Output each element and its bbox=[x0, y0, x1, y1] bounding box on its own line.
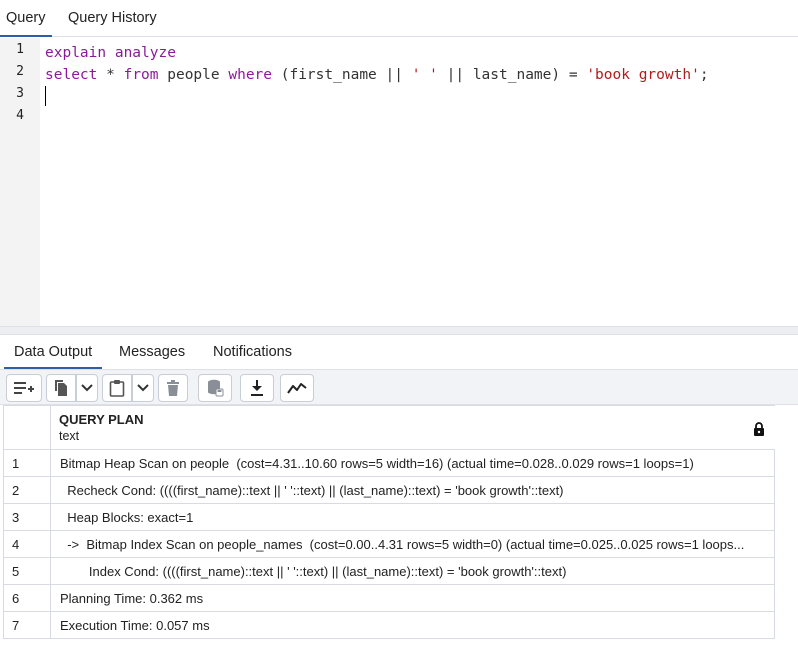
graph-icon bbox=[287, 383, 307, 394]
code-text: || last_name) = bbox=[437, 67, 587, 83]
table-row[interactable]: 1 Bitmap Heap Scan on people (cost=4.31.… bbox=[3, 450, 775, 477]
keyword: where bbox=[228, 67, 273, 83]
sql-editor[interactable]: 1 2 3 4 explain analyze select * from pe… bbox=[0, 38, 798, 326]
chevron-down-icon bbox=[137, 384, 149, 392]
graph-visualiser-button[interactable] bbox=[280, 374, 314, 402]
paste-icon bbox=[109, 380, 125, 397]
output-toolbar bbox=[0, 369, 798, 405]
tab-query-history[interactable]: Query History bbox=[62, 0, 163, 37]
row-number: 6 bbox=[3, 585, 51, 611]
text-cursor bbox=[45, 86, 46, 106]
string-literal: ' ' bbox=[411, 67, 438, 83]
keyword: from bbox=[123, 67, 159, 83]
row-number: 3 bbox=[3, 504, 51, 530]
plan-cell[interactable]: Index Cond: ((((first_name)::text || ' '… bbox=[51, 558, 775, 584]
delete-button[interactable] bbox=[158, 374, 188, 402]
save-data-icon bbox=[208, 379, 224, 397]
table-row[interactable]: 4 -> Bitmap Index Scan on people_names (… bbox=[3, 531, 775, 558]
copy-button[interactable] bbox=[46, 374, 76, 402]
grid-header-row: QUERY PLAN text bbox=[3, 405, 775, 450]
code-text: people bbox=[158, 67, 229, 83]
row-number: 5 bbox=[3, 558, 51, 584]
save-data-button[interactable] bbox=[198, 374, 232, 402]
plan-cell[interactable]: Heap Blocks: exact=1 bbox=[51, 504, 775, 530]
line-number: 2 bbox=[16, 64, 24, 79]
plan-cell[interactable]: Execution Time: 0.057 ms bbox=[51, 612, 775, 638]
code-line-2: select * from people where (first_name |… bbox=[45, 64, 709, 86]
column-header-type: text bbox=[59, 429, 80, 443]
string-literal: 'book growth' bbox=[586, 67, 700, 83]
chevron-down-icon bbox=[81, 384, 93, 392]
add-row-button[interactable] bbox=[6, 374, 42, 402]
tab-messages[interactable]: Messages bbox=[110, 335, 194, 369]
table-row[interactable]: 2 Recheck Cond: ((((first_name)::text ||… bbox=[3, 477, 775, 504]
delete-icon bbox=[167, 380, 179, 396]
table-row[interactable]: 5 Index Cond: ((((first_name)::text || '… bbox=[3, 558, 775, 585]
tab-data-output[interactable]: Data Output bbox=[4, 335, 103, 369]
row-number: 2 bbox=[3, 477, 51, 503]
row-number: 4 bbox=[3, 531, 51, 557]
copy-icon bbox=[55, 380, 67, 396]
add-row-icon bbox=[14, 382, 34, 394]
keyword: explain bbox=[45, 45, 107, 61]
table-row[interactable]: 3 Heap Blocks: exact=1 bbox=[3, 504, 775, 531]
code-area[interactable]: explain analyze select * from people whe… bbox=[45, 38, 709, 102]
code-text: ; bbox=[699, 67, 709, 83]
line-gutter: 1 2 3 4 bbox=[0, 38, 40, 326]
line-number: 1 bbox=[16, 42, 24, 57]
plan-cell[interactable]: Planning Time: 0.362 ms bbox=[51, 585, 775, 611]
tab-notifications[interactable]: Notifications bbox=[204, 335, 301, 369]
row-number: 1 bbox=[3, 450, 51, 476]
keyword: analyze bbox=[114, 45, 176, 61]
download-button[interactable] bbox=[240, 374, 274, 402]
paste-options-dropdown[interactable] bbox=[132, 374, 154, 402]
code-text: (first_name || bbox=[272, 67, 412, 83]
code-line-1: explain analyze bbox=[45, 42, 176, 64]
download-icon bbox=[251, 380, 263, 396]
plan-cell[interactable]: Bitmap Heap Scan on people (cost=4.31..1… bbox=[51, 450, 775, 476]
plan-cell[interactable]: Recheck Cond: ((((first_name)::text || '… bbox=[51, 477, 775, 503]
tab-query[interactable]: Query bbox=[0, 0, 52, 37]
copy-options-dropdown[interactable] bbox=[76, 374, 98, 402]
line-number: 3 bbox=[16, 86, 24, 101]
code-text: * bbox=[97, 67, 124, 83]
table-row[interactable]: 7 Execution Time: 0.057 ms bbox=[3, 612, 775, 639]
column-header-name[interactable]: QUERY PLAN bbox=[59, 412, 144, 427]
row-number: 7 bbox=[3, 612, 51, 638]
keyword: select bbox=[45, 67, 98, 83]
output-tabs: Data Output Messages Notifications bbox=[0, 335, 798, 369]
paste-button[interactable] bbox=[102, 374, 132, 402]
table-row[interactable]: 6 Planning Time: 0.362 ms bbox=[3, 585, 775, 612]
plan-cell[interactable]: -> Bitmap Index Scan on people_names (co… bbox=[51, 531, 775, 557]
line-number: 4 bbox=[16, 108, 24, 123]
row-header-corner bbox=[3, 406, 51, 449]
query-tabs: Query Query History bbox=[0, 0, 798, 37]
panel-splitter[interactable] bbox=[0, 326, 798, 335]
lock-icon bbox=[754, 422, 764, 436]
